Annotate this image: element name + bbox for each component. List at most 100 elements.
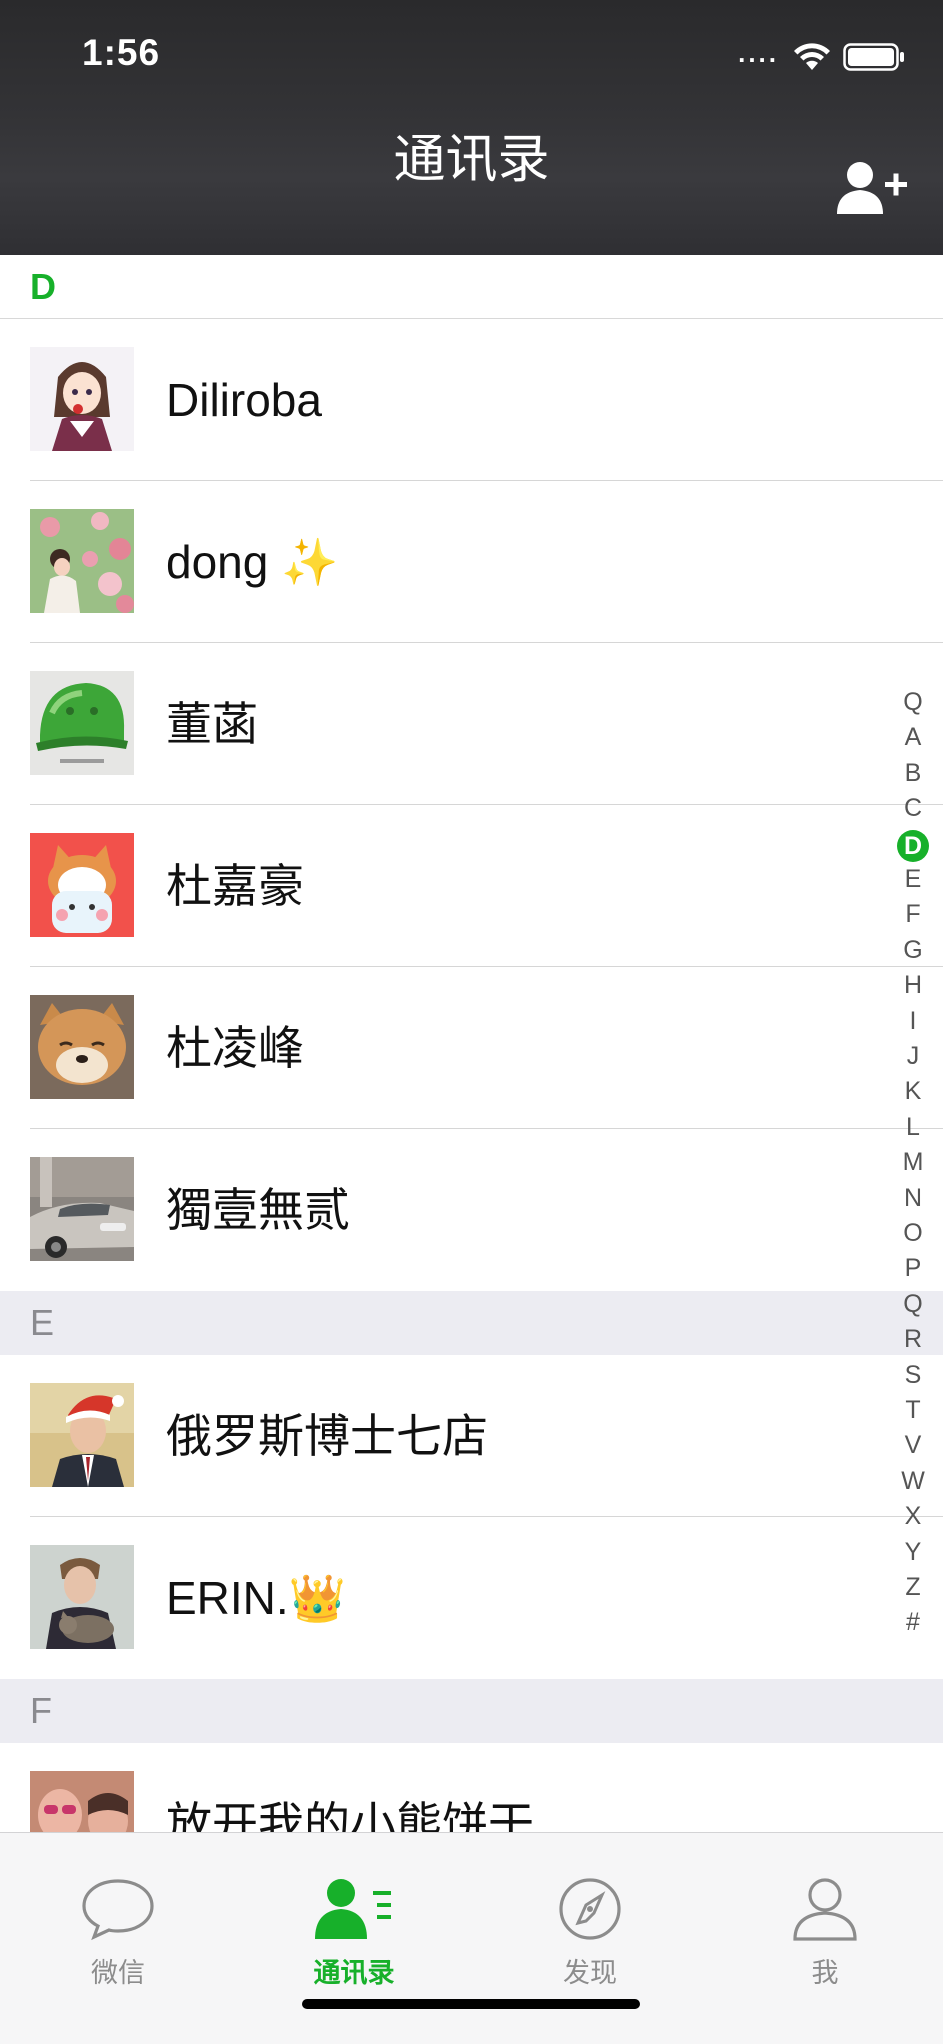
index-letter-text: D xyxy=(897,829,929,862)
contact-row[interactable]: 杜嘉豪 xyxy=(0,805,943,967)
index-letter[interactable]: Q xyxy=(883,1290,943,1319)
tab-label: 我 xyxy=(811,1958,839,1989)
index-letter[interactable]: N xyxy=(883,1184,943,1213)
index-letter-text: Z xyxy=(905,1573,921,1601)
section-header-d: D xyxy=(0,255,943,319)
index-letter-text: K xyxy=(904,1077,922,1106)
tab-label: 发现 xyxy=(563,1958,617,1989)
section-header-e: E xyxy=(0,1291,943,1355)
index-letter[interactable]: B xyxy=(883,759,943,788)
contacts-list[interactable]: D Diliroba dong ✨ 董菡 杜嘉豪 杜凌峰 獨壹無贰 E 俄罗斯博… xyxy=(0,255,943,1832)
contact-row[interactable]: 獨壹無贰 xyxy=(0,1129,943,1291)
man-with-cat-avatar xyxy=(30,1545,134,1649)
two-people-avatar xyxy=(30,1771,134,1832)
index-letter[interactable]: W xyxy=(883,1467,943,1496)
car-avatar xyxy=(30,1157,134,1261)
index-letter-text: Q xyxy=(903,688,923,716)
tab-label: 通讯录 xyxy=(313,1958,395,1989)
index-letter[interactable]: F xyxy=(883,900,943,929)
index-letter[interactable]: H xyxy=(883,971,943,1000)
signal-icon: .... xyxy=(738,37,779,68)
index-letter-text: M xyxy=(902,1148,924,1177)
contact-name: ERIN.👑 xyxy=(166,1572,346,1624)
index-letter-text: Y xyxy=(904,1537,922,1566)
contact-row[interactable]: 董菡 xyxy=(0,643,943,805)
section-header-f: F xyxy=(0,1679,943,1743)
index-letter-text: T xyxy=(905,1396,921,1424)
index-letter-text: # xyxy=(906,1608,920,1637)
contact-name: 放开我的小熊饼干 xyxy=(166,1798,534,1832)
tab-discover[interactable]: 发现 xyxy=(472,1833,708,2013)
battery-icon xyxy=(843,43,904,71)
index-letter[interactable]: K xyxy=(883,1077,943,1106)
page-title: 通讯录 xyxy=(393,130,550,190)
anime-girl-avatar xyxy=(30,347,134,451)
contact-row[interactable]: dong ✨ xyxy=(0,481,943,643)
index-letter[interactable]: Z xyxy=(883,1573,943,1602)
index-letter-text: V xyxy=(904,1431,922,1460)
tab-chats[interactable]: 微信 xyxy=(0,1833,236,2013)
index-letter[interactable]: Q xyxy=(883,688,943,717)
index-letter-text: E xyxy=(904,865,922,893)
index-letter-text: L xyxy=(906,1112,920,1141)
status-time: 1:56 xyxy=(82,32,161,73)
index-letter-text: W xyxy=(901,1466,925,1495)
index-letter[interactable]: G xyxy=(883,936,943,965)
index-letter[interactable]: O xyxy=(883,1219,943,1248)
compass-icon xyxy=(559,1878,621,1940)
contact-row[interactable]: Diliroba xyxy=(0,319,943,481)
man-santa-hat-avatar xyxy=(30,1383,134,1487)
index-letter[interactable]: T xyxy=(883,1396,943,1425)
contact-row[interactable]: ERIN.👑 xyxy=(0,1517,943,1679)
index-letter[interactable]: P xyxy=(883,1254,943,1283)
index-letter[interactable]: D xyxy=(883,829,943,862)
contacts-icon xyxy=(315,1879,391,1939)
index-letter-text: Q xyxy=(903,1289,923,1318)
index-letter[interactable]: S xyxy=(883,1361,943,1390)
index-letter-text: O xyxy=(903,1219,923,1247)
contact-name: 杜嘉豪 xyxy=(166,860,304,912)
tab-contacts[interactable]: 通讯录 xyxy=(236,1833,472,2013)
status-indicators: .... xyxy=(738,37,905,74)
index-letter[interactable]: # xyxy=(883,1608,943,1637)
chat-bubble-icon xyxy=(82,1879,154,1941)
navigation-bar: 1:56 .... 通讯录 xyxy=(0,0,943,255)
contact-name: 俄罗斯博士七店 xyxy=(166,1410,488,1462)
index-letter[interactable]: Y xyxy=(883,1538,943,1567)
tab-me[interactable]: 我 xyxy=(707,1833,943,2013)
index-letter-text: B xyxy=(904,758,922,787)
index-letter[interactable]: C xyxy=(883,794,943,823)
index-letter-text: A xyxy=(904,723,922,752)
index-letter[interactable]: I xyxy=(883,1007,943,1036)
index-letter-text: P xyxy=(904,1254,922,1283)
index-letter[interactable]: X xyxy=(883,1502,943,1531)
contact-row[interactable]: 杜凌峰 xyxy=(0,967,943,1129)
index-letter[interactable]: J xyxy=(883,1042,943,1071)
home-indicator xyxy=(302,1999,640,2009)
index-letter-text: F xyxy=(905,900,921,929)
contact-row[interactable]: 放开我的小熊饼干 xyxy=(0,1743,943,1832)
index-letter[interactable]: A xyxy=(883,723,943,752)
index-letter[interactable]: L xyxy=(883,1113,943,1142)
person-icon xyxy=(793,1878,857,1941)
index-letter[interactable]: M xyxy=(883,1148,943,1177)
wifi-icon xyxy=(794,43,830,70)
index-letter[interactable]: R xyxy=(883,1325,943,1354)
index-letter-text: C xyxy=(903,794,923,823)
contact-name: dong ✨ xyxy=(166,536,339,588)
index-letter-text: I xyxy=(909,1006,917,1035)
shiba-cartoon-avatar xyxy=(30,833,134,937)
contact-row[interactable]: 俄罗斯博士七店 xyxy=(0,1355,943,1517)
add-friend-icon[interactable] xyxy=(835,160,909,216)
green-helmet-avatar xyxy=(30,671,134,775)
index-letter-text: R xyxy=(903,1325,923,1354)
index-letter[interactable]: V xyxy=(883,1431,943,1460)
tab-label: 微信 xyxy=(91,1958,145,1989)
index-letter-text: G xyxy=(903,935,923,964)
index-letter[interactable]: E xyxy=(883,865,943,894)
index-letter-text: S xyxy=(904,1360,922,1389)
flowers-girl-avatar xyxy=(30,509,134,613)
contact-name: 杜凌峰 xyxy=(166,1022,304,1074)
contact-name: 董菡 xyxy=(166,698,258,750)
shiba-dog-avatar xyxy=(30,995,134,1099)
